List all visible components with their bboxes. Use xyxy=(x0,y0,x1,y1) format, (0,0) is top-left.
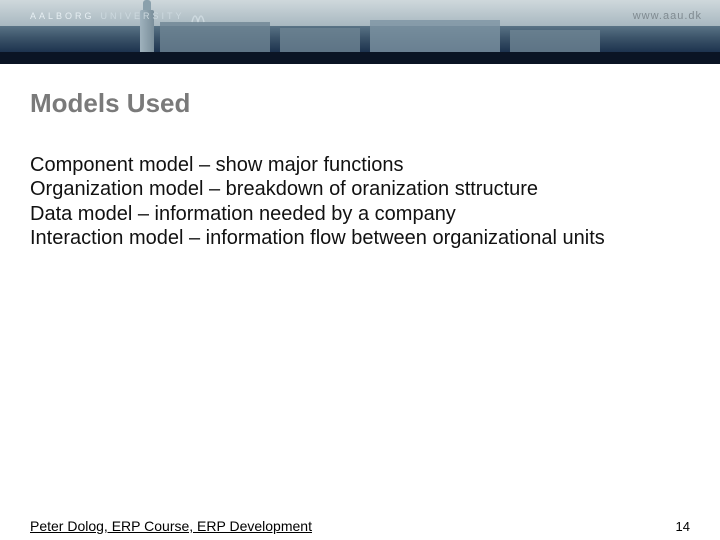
banner-building xyxy=(280,28,360,54)
logo-text-light: UNIVERSITY xyxy=(101,11,185,21)
footer: Peter Dolog, ERP Course, ERP Development… xyxy=(0,518,720,540)
bullet-line: Component model – show major functions xyxy=(30,153,690,177)
banner-building xyxy=(160,22,270,54)
banner-darkbar xyxy=(0,52,720,64)
logo-text-bold: AALBORG xyxy=(30,11,95,21)
header-banner: AALBORG UNIVERSITY www.aau.dk xyxy=(0,0,720,64)
bullet-line: Data model – information needed by a com… xyxy=(30,202,690,226)
bullet-line: Interaction model – information flow bet… xyxy=(30,226,690,250)
banner-building xyxy=(370,20,500,54)
page-number: 14 xyxy=(676,519,690,534)
banner-building xyxy=(510,30,600,54)
slide: AALBORG UNIVERSITY www.aau.dk Models Use… xyxy=(0,0,720,540)
wave-icon xyxy=(191,8,205,24)
bullet-line: Organization model – breakdown of oraniz… xyxy=(30,177,690,201)
slide-title: Models Used xyxy=(30,88,690,119)
university-logo: AALBORG UNIVERSITY xyxy=(30,8,205,24)
footer-author: Peter Dolog, ERP Course, ERP Development xyxy=(30,518,312,534)
header-url: www.aau.dk xyxy=(633,10,702,22)
body-text: Component model – show major functions O… xyxy=(30,153,690,251)
slide-content: Models Used Component model – show major… xyxy=(0,64,720,540)
